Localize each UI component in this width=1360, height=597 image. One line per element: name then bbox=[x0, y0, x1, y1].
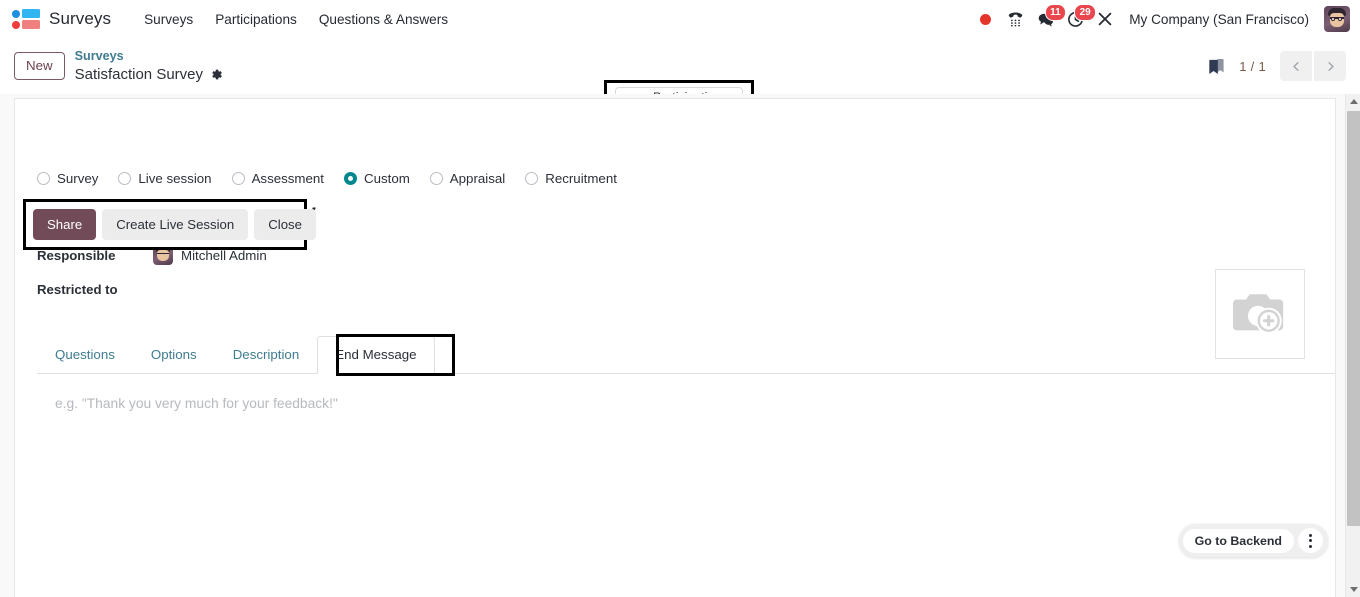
breadcrumb-surveys-link[interactable]: Surveys bbox=[75, 49, 223, 63]
tab-description[interactable]: Description bbox=[215, 336, 318, 373]
tab-questions[interactable]: Questions bbox=[37, 336, 133, 373]
vertical-scrollbar[interactable] bbox=[1345, 94, 1360, 597]
company-switcher[interactable]: My Company (San Francisco) bbox=[1120, 6, 1318, 33]
radio-dot-recruitment[interactable] bbox=[525, 172, 539, 185]
voip-phone-icon[interactable] bbox=[1000, 4, 1030, 34]
radio-option-custom[interactable]: Custom bbox=[343, 171, 410, 186]
form-sheet: Survey Live session Assessment Custom Ap… bbox=[14, 98, 1336, 597]
form-sheet-wrapper: Survey Live session Assessment Custom Ap… bbox=[0, 94, 1360, 597]
menu-item-surveys[interactable]: Surveys bbox=[133, 4, 204, 35]
radio-option-appraisal[interactable]: Appraisal bbox=[429, 171, 506, 186]
radio-label-assessment: Assessment bbox=[251, 171, 324, 186]
radio-option-live-session[interactable]: Live session bbox=[118, 171, 212, 186]
radio-dot-custom[interactable] bbox=[343, 172, 357, 185]
radio-dot-assessment[interactable] bbox=[231, 172, 245, 185]
share-button[interactable]: Share bbox=[33, 208, 97, 241]
scrollbar-thumb[interactable] bbox=[1347, 111, 1360, 526]
navbar-right-zone: 11 29 My Company (San Francisco) bbox=[970, 4, 1350, 34]
create-live-session-button[interactable]: Create Live Session bbox=[102, 208, 249, 241]
survey-type-radio-group: Survey Live session Assessment Custom Ap… bbox=[37, 171, 637, 186]
action-buttons-annotation: Share Create Live Session Close bbox=[23, 199, 316, 250]
pager-count: 1 / 1 bbox=[1239, 58, 1266, 74]
radio-dot-survey[interactable] bbox=[37, 172, 50, 185]
restricted-to-field-row: Restricted to bbox=[37, 282, 153, 297]
user-avatar[interactable] bbox=[1324, 6, 1350, 32]
radio-option-survey[interactable]: Survey bbox=[37, 171, 98, 186]
go-to-backend-button[interactable]: Go to Backend bbox=[1182, 528, 1294, 553]
app-brand[interactable]: Surveys bbox=[8, 9, 115, 29]
end-message-tab-panel: e.g. "Thank you very much for your feedb… bbox=[37, 374, 1335, 554]
chevron-left-icon[interactable] bbox=[1280, 51, 1312, 81]
pager-buttons bbox=[1280, 51, 1346, 81]
radio-dot-live-session[interactable] bbox=[118, 172, 132, 185]
backend-widget: Go to Backend bbox=[1178, 524, 1328, 557]
odoo-apps-logo-icon[interactable] bbox=[12, 9, 40, 29]
radio-label-live-session: Live session bbox=[138, 171, 212, 186]
tab-end-message[interactable]: End Message bbox=[317, 336, 435, 374]
main-menu: Surveys Participations Questions & Answe… bbox=[133, 4, 459, 35]
radio-label-appraisal: Appraisal bbox=[449, 171, 506, 186]
menu-item-participations[interactable]: Participations bbox=[204, 4, 308, 35]
breadcrumb: Surveys Satisfaction Survey bbox=[75, 49, 223, 83]
notebook-tabs: Questions Options Description End Messag… bbox=[37, 334, 1335, 376]
notebook: Questions Options Description End Messag… bbox=[37, 334, 1335, 554]
activities-clock-icon[interactable]: 29 bbox=[1060, 4, 1097, 34]
menu-item-questions-answers[interactable]: Questions & Answers bbox=[308, 4, 459, 35]
gear-icon[interactable] bbox=[210, 68, 223, 81]
scroll-up-arrow-icon[interactable] bbox=[1346, 94, 1360, 109]
radio-label-custom: Custom bbox=[363, 171, 410, 186]
radio-dot-appraisal[interactable] bbox=[429, 172, 443, 185]
new-button[interactable]: New bbox=[14, 52, 65, 80]
kebab-menu-icon[interactable] bbox=[1298, 528, 1323, 553]
control-panel: New Surveys Satisfaction Survey 1 / 1 bbox=[0, 38, 1360, 130]
bookmark-icon[interactable] bbox=[1208, 57, 1225, 76]
top-navbar: Surveys Surveys Participations Questions… bbox=[0, 0, 1360, 38]
chevron-right-icon[interactable] bbox=[1314, 51, 1346, 81]
restricted-to-field-label: Restricted to bbox=[37, 282, 118, 297]
radio-option-assessment[interactable]: Assessment bbox=[231, 171, 324, 186]
radio-label-survey: Survey bbox=[57, 171, 99, 186]
scroll-down-arrow-icon[interactable] bbox=[1346, 582, 1360, 597]
radio-label-recruitment: Recruitment bbox=[545, 171, 617, 186]
end-message-editor[interactable]: e.g. "Thank you very much for your feedb… bbox=[55, 396, 1335, 411]
tab-options[interactable]: Options bbox=[133, 336, 215, 373]
close-button[interactable]: Close bbox=[254, 208, 316, 241]
developer-tools-icon[interactable] bbox=[1090, 4, 1120, 34]
messages-bubble-icon[interactable]: 11 bbox=[1030, 4, 1067, 34]
pager-zone: 1 / 1 bbox=[1208, 51, 1346, 81]
breadcrumb-current-record: Satisfaction Survey bbox=[74, 65, 204, 83]
radio-option-recruitment[interactable]: Recruitment bbox=[525, 171, 617, 186]
record-dot-icon[interactable] bbox=[970, 4, 1000, 34]
app-name: Surveys bbox=[49, 9, 112, 28]
